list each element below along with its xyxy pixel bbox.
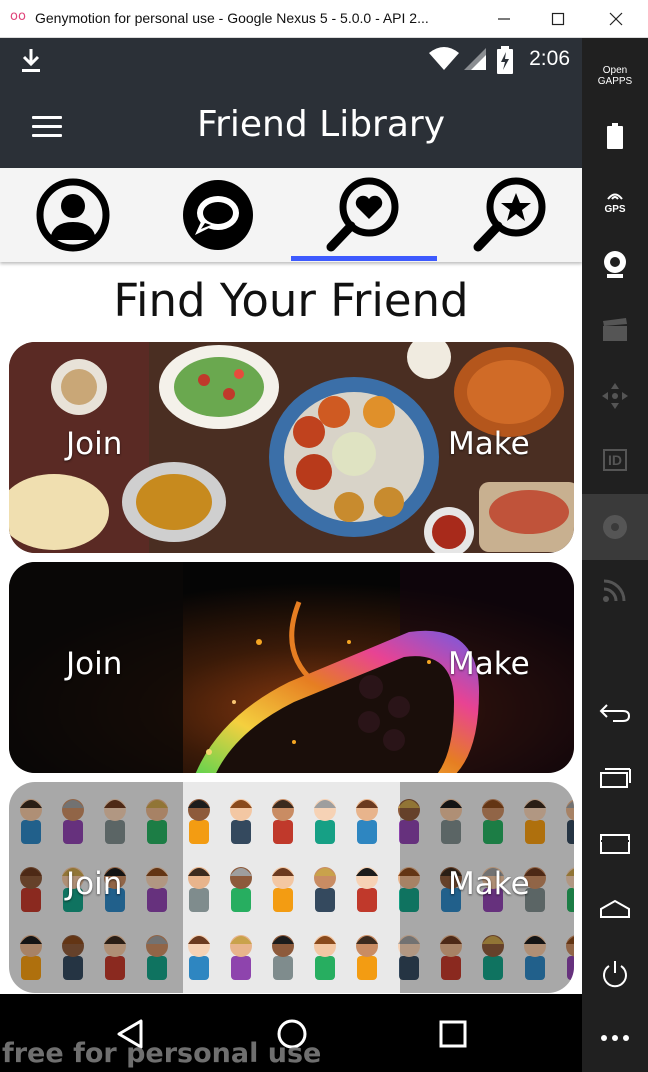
media-button[interactable] — [582, 300, 648, 360]
close-button[interactable] — [596, 4, 636, 34]
card-food[interactable]: Join Make — [9, 342, 574, 553]
minimize-icon — [498, 18, 510, 20]
dpad-icon — [602, 383, 628, 409]
back-arrow-icon — [599, 704, 631, 722]
power-icon — [603, 961, 627, 988]
window-titlebar: oo Genymotion for personal use - Google … — [0, 0, 648, 38]
maximize-button[interactable] — [538, 4, 578, 34]
tab-bar — [0, 168, 582, 262]
gps-icon: GPS — [604, 185, 626, 215]
watermark: free for personal use — [2, 1038, 322, 1069]
tab-profile[interactable] — [0, 168, 145, 262]
avatar — [356, 799, 378, 844]
join-button[interactable]: Join — [66, 646, 122, 682]
more-button[interactable] — [582, 1008, 648, 1068]
sidebar-home-button[interactable] — [582, 878, 648, 938]
make-button[interactable]: Make — [448, 646, 530, 682]
avatar — [272, 867, 294, 912]
window-title: Genymotion for personal use - Google Nex… — [35, 10, 429, 26]
card-game[interactable]: Join Make — [9, 562, 574, 773]
rss-cast-icon — [603, 579, 626, 602]
chat-icon — [182, 180, 253, 250]
app-bar: Friend Library — [0, 84, 582, 168]
make-button[interactable]: Make — [448, 426, 530, 462]
minimize-button[interactable] — [484, 4, 524, 34]
signal-icon — [464, 48, 486, 70]
dpad-button[interactable] — [582, 366, 648, 426]
close-icon — [609, 12, 623, 26]
tab-search-star[interactable] — [437, 168, 582, 262]
phone-screen: 2:06 Friend Library Find Your Friend Joi… — [0, 38, 582, 994]
card-people[interactable]: Join Make — [9, 782, 574, 993]
gps-button[interactable]: GPS — [582, 170, 648, 230]
webcam-icon — [604, 251, 626, 278]
wifi-icon — [429, 47, 459, 70]
avatar — [230, 935, 252, 980]
sidebar-menu-button[interactable] — [582, 814, 648, 874]
status-bar: 2:06 — [0, 38, 582, 84]
device-id-button[interactable]: ID — [582, 430, 648, 490]
webcam-button[interactable] — [582, 234, 648, 294]
clapperboard-icon — [603, 318, 627, 341]
search-heart-icon — [326, 177, 398, 252]
avatar — [272, 935, 294, 980]
opengapps-icon: Open GAPPS — [597, 65, 633, 87]
avatar — [314, 935, 336, 980]
battery-icon — [607, 123, 623, 149]
avatar — [314, 799, 336, 844]
menu-icon — [600, 834, 630, 854]
tab-chat[interactable] — [145, 168, 290, 262]
power-button[interactable] — [582, 944, 648, 1004]
avatar — [356, 935, 378, 980]
more-dots-icon — [601, 1035, 629, 1041]
download-icon — [22, 49, 40, 72]
emulator-sidebar: Open GAPPS GPS ID — [582, 38, 648, 1072]
recents-button[interactable] — [433, 1014, 473, 1054]
maximize-icon — [551, 12, 565, 26]
app-title: Friend Library — [196, 104, 446, 145]
cast-button[interactable] — [582, 560, 648, 620]
avatar — [188, 867, 210, 912]
genymotion-logo-icon: oo — [10, 9, 26, 24]
disk-button[interactable] — [582, 494, 648, 560]
join-button[interactable]: Join — [66, 426, 122, 462]
battery-charging-icon — [497, 46, 513, 74]
page-heading: Find Your Friend — [113, 274, 469, 327]
avatar — [230, 799, 252, 844]
status-time: 2:06 — [529, 47, 570, 70]
avatar — [188, 935, 210, 980]
id-icon: ID — [603, 449, 627, 471]
make-button[interactable]: Make — [448, 866, 530, 902]
tab-search-heart[interactable] — [290, 168, 435, 262]
recent-apps-icon — [600, 768, 631, 788]
sidebar-recents-button[interactable] — [582, 748, 648, 808]
search-star-icon — [473, 177, 545, 252]
battery-button[interactable] — [582, 106, 648, 166]
home-outline-icon — [600, 899, 630, 918]
avatar — [188, 799, 210, 844]
join-button[interactable]: Join — [66, 866, 122, 902]
sidebar-back-button[interactable] — [582, 682, 648, 742]
avatar — [314, 867, 336, 912]
disk-icon — [603, 515, 627, 539]
profile-icon — [36, 178, 109, 252]
avatar — [356, 867, 378, 912]
avatar — [272, 799, 294, 844]
avatar — [230, 867, 252, 912]
opengapps-button[interactable]: Open GAPPS — [582, 46, 648, 106]
recents-square-icon — [439, 1020, 467, 1048]
tab-indicator — [291, 256, 437, 261]
